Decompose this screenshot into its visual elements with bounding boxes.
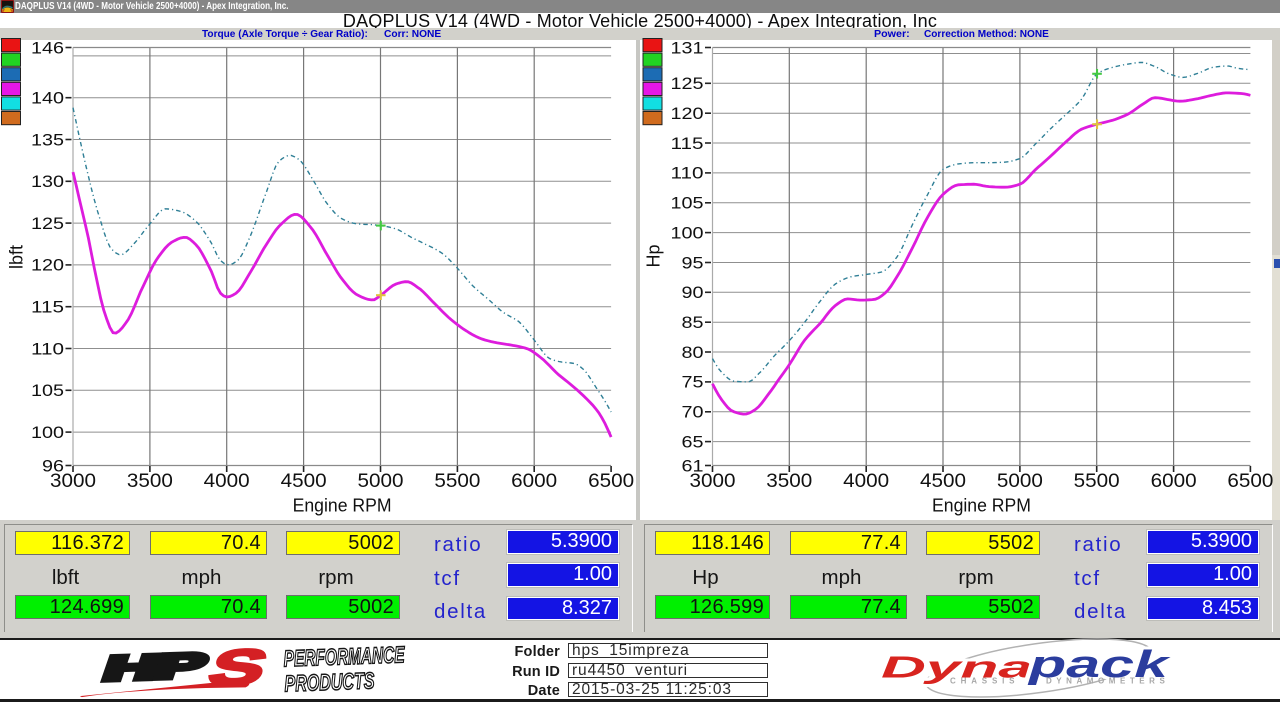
svg-text:DYNAMOMETERS: DYNAMOMETERS [1046, 677, 1168, 686]
svg-text:PRODUCTS: PRODUCTS [284, 667, 375, 696]
svg-text:PERFORMANCE: PERFORMANCE [283, 641, 405, 671]
svg-text:HP: HP [99, 647, 212, 689]
svg-text:CHASSIS: CHASSIS [950, 677, 1019, 686]
